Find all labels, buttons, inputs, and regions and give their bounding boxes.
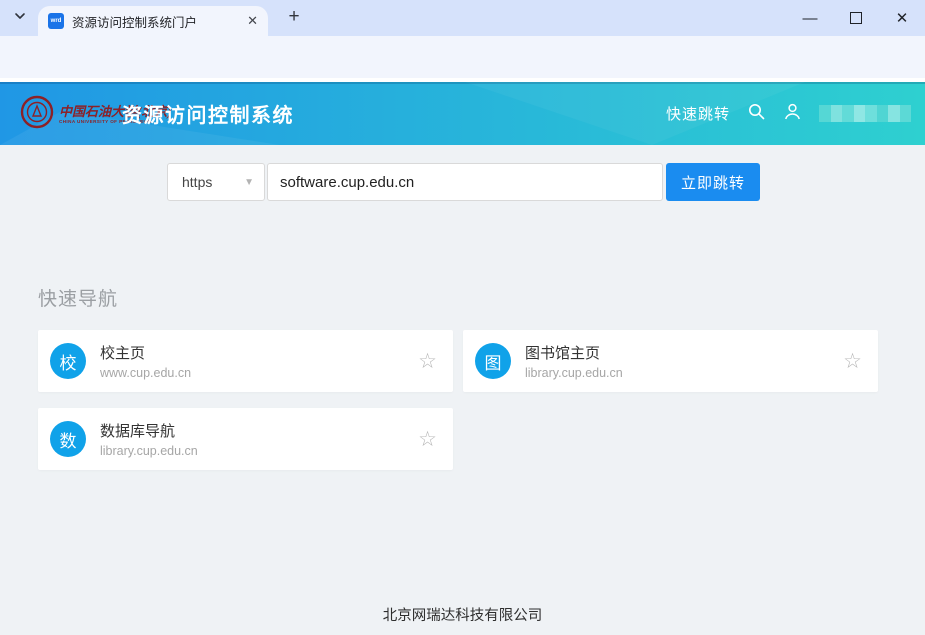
window-close-button[interactable]: ✕ (879, 0, 925, 36)
maximize-icon (850, 12, 862, 24)
browser-tab[interactable]: wrd 资源访问控制系统门户 ✕ (38, 6, 268, 36)
favorite-star-icon[interactable]: ☆ (418, 429, 437, 450)
protocol-value: https (182, 174, 212, 190)
site-header: 中国石油大学(北京) CHINA UNIVERSITY OF PETROLEUM… (0, 82, 925, 145)
protocol-select[interactable]: https ▼ (167, 163, 265, 201)
browser-window: wrd 资源访问控制系统门户 ✕ + — ✕ webvpn.cup.edu.cn (0, 0, 925, 635)
user-icon[interactable] (783, 102, 802, 126)
card-url: www.cup.edu.cn (100, 366, 191, 380)
card-title: 校主页 (100, 342, 191, 363)
card-avatar: 图 (475, 343, 511, 379)
search-icon[interactable] (747, 102, 766, 126)
favorite-star-icon[interactable]: ☆ (418, 351, 437, 372)
card-avatar: 数 (50, 421, 86, 457)
jump-now-button[interactable]: 立即跳转 (666, 163, 760, 201)
main-content: https ▼ 立即跳转 快速导航 校 校主页 www.cup.edu.cn ☆… (0, 145, 925, 635)
quick-nav-title: 快速导航 (38, 284, 118, 311)
caret-down-icon: ▼ (244, 177, 254, 188)
tab-strip: wrd 资源访问控制系统门户 ✕ + — ✕ (0, 0, 925, 36)
header-nav: 快速跳转 (666, 82, 911, 145)
card-url: library.cup.edu.cn (525, 366, 623, 380)
redacted-username[interactable] (819, 105, 911, 122)
chevron-down-icon (13, 9, 27, 28)
card-url: library.cup.edu.cn (100, 444, 198, 458)
tab-title: 资源访问控制系统门户 (72, 12, 241, 31)
tab-search-button[interactable] (9, 7, 31, 29)
quick-nav-card-library-home[interactable]: 图 图书馆主页 library.cup.edu.cn ☆ (463, 330, 878, 392)
window-maximize-button[interactable] (833, 0, 879, 36)
window-minimize-button[interactable]: — (787, 0, 833, 36)
jump-url-input[interactable] (267, 163, 663, 201)
tab-close-icon[interactable]: ✕ (247, 13, 258, 29)
card-avatar: 校 (50, 343, 86, 379)
browser-toolbar: webvpn.cup.edu.cn ☆ 有新版 Chrome 可用 ⋮ (0, 36, 925, 78)
quick-nav-card-school-home[interactable]: 校 校主页 www.cup.edu.cn ☆ (38, 330, 453, 392)
nav-quick-jump[interactable]: 快速跳转 (666, 103, 730, 124)
window-controls: — ✕ (787, 0, 925, 36)
university-emblem-icon (20, 95, 54, 134)
favorite-star-icon[interactable]: ☆ (843, 351, 862, 372)
tab-favicon-icon: wrd (48, 13, 64, 29)
new-tab-button[interactable]: + (281, 4, 307, 30)
footer-company: 北京网瑞达科技有限公司 (0, 604, 925, 625)
card-title: 图书馆主页 (525, 342, 623, 363)
page-title: 资源访问控制系统 (122, 82, 294, 145)
quick-nav-card-database-nav[interactable]: 数 数据库导航 library.cup.edu.cn ☆ (38, 408, 453, 470)
card-title: 数据库导航 (100, 420, 198, 441)
